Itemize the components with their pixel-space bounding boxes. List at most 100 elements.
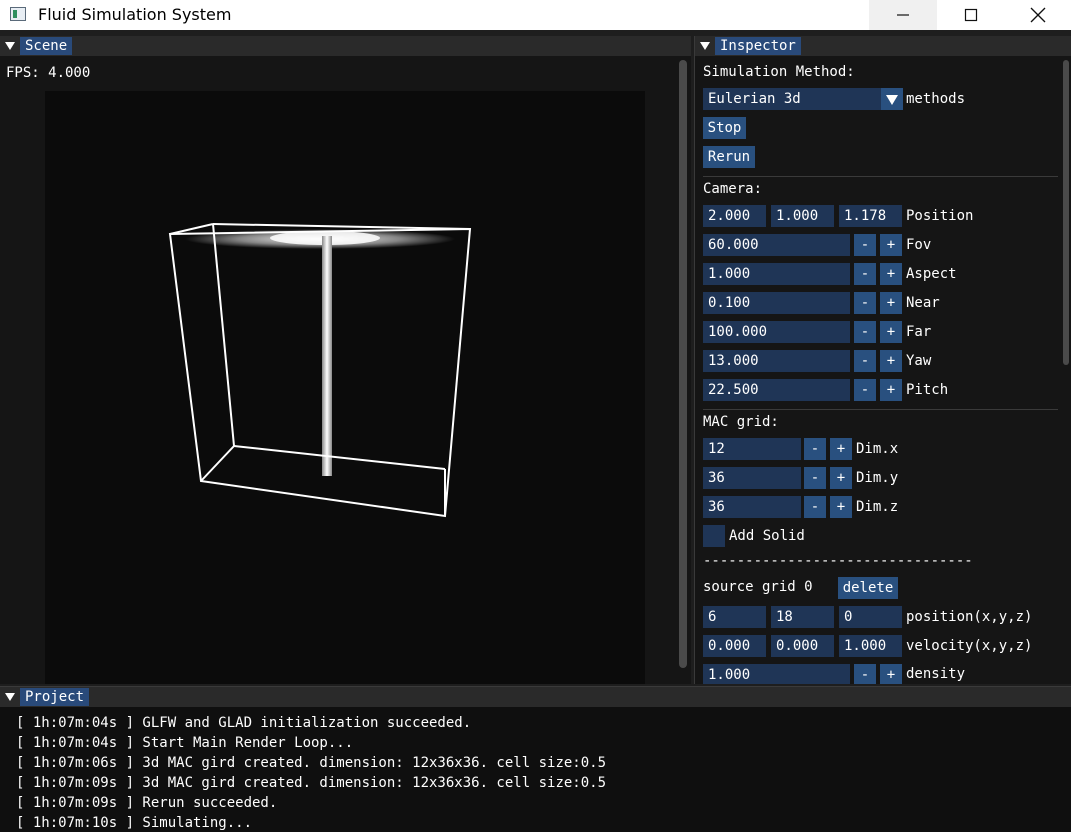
density-label: density: [906, 666, 966, 682]
dropdown-arrow-icon[interactable]: [881, 88, 903, 110]
fps-readout: FPS: 4.000: [6, 65, 91, 81]
log-line: [ 1h:07m:10s ] Simulating...: [16, 815, 253, 831]
pitch-label: Pitch: [906, 382, 949, 398]
aspect-field[interactable]: 1.000: [703, 263, 850, 285]
yaw-field[interactable]: 13.000: [703, 350, 850, 372]
pitch-minus-button[interactable]: -: [854, 379, 876, 401]
project-panel: Project [ 1h:07m:04s ] GLFW and GLAD ini…: [0, 686, 1071, 832]
fov-plus-button[interactable]: +: [880, 234, 902, 256]
dim-y-minus-button[interactable]: -: [804, 467, 826, 489]
yaw-minus-button[interactable]: -: [854, 350, 876, 372]
far-field[interactable]: 100.000: [703, 321, 850, 343]
fov-minus-button[interactable]: -: [854, 234, 876, 256]
scene-panel: Scene FPS: 4.000: [0, 36, 691, 684]
window-title: Fluid Simulation System: [38, 5, 232, 24]
density-minus-button[interactable]: -: [854, 664, 876, 684]
yaw-label: Yaw: [906, 353, 932, 369]
fov-field[interactable]: 60.000: [703, 234, 850, 256]
density-field[interactable]: 1.000: [703, 664, 850, 684]
near-plus-button[interactable]: +: [880, 292, 902, 314]
dim-z-field[interactable]: 36: [703, 496, 801, 518]
project-panel-header: Project: [0, 687, 1071, 707]
inspector-panel-header: Inspector: [695, 36, 1071, 56]
tab-inspector[interactable]: Inspector: [715, 37, 801, 55]
source-position-y[interactable]: 18: [771, 606, 834, 628]
add-solid-checkbox[interactable]: [703, 525, 725, 547]
methods-label: methods: [906, 91, 966, 107]
dim-x-plus-button[interactable]: +: [830, 438, 852, 460]
aspect-minus-button[interactable]: -: [854, 263, 876, 285]
tab-project[interactable]: Project: [20, 688, 90, 706]
pitch-field[interactable]: 22.500: [703, 379, 850, 401]
collapse-triangle-icon[interactable]: [700, 42, 710, 50]
dim-y-field[interactable]: 36: [703, 467, 801, 489]
far-minus-button[interactable]: -: [854, 321, 876, 343]
close-icon: [1030, 7, 1046, 23]
log-line: [ 1h:07m:04s ] GLFW and GLAD initializat…: [16, 715, 472, 731]
minimize-icon: [897, 14, 909, 16]
collapse-triangle-icon[interactable]: [5, 693, 15, 701]
aspect-label: Aspect: [906, 266, 957, 282]
dim-x-minus-button[interactable]: -: [804, 438, 826, 460]
tab-scene[interactable]: Scene: [20, 37, 73, 55]
scene-panel-header: Scene: [0, 36, 691, 56]
app-icon: [10, 7, 26, 21]
near-field[interactable]: 0.100: [703, 292, 850, 314]
source-velocity-y[interactable]: 0.000: [771, 635, 834, 657]
dim-x-field[interactable]: 12: [703, 438, 801, 460]
dim-z-label: Dim.z: [856, 499, 899, 515]
pitch-plus-button[interactable]: +: [880, 379, 902, 401]
near-label: Near: [906, 295, 940, 311]
separator: [703, 409, 1058, 410]
fluid-column: [322, 236, 332, 476]
collapse-triangle-icon[interactable]: [5, 42, 15, 50]
density-plus-button[interactable]: +: [880, 664, 902, 684]
separator: [703, 176, 1058, 177]
dim-z-minus-button[interactable]: -: [804, 496, 826, 518]
simulation-render: [168, 223, 472, 518]
mac-grid-label: MAC grid:: [703, 414, 779, 430]
camera-position-x[interactable]: 2.000: [703, 205, 766, 227]
position-label: Position: [906, 208, 974, 224]
render-viewport[interactable]: [45, 91, 645, 684]
dash-divider: --------------------------------: [703, 553, 973, 569]
inspector-scrollbar[interactable]: [1063, 60, 1069, 365]
camera-position-y[interactable]: 1.000: [771, 205, 834, 227]
source-position-x[interactable]: 6: [703, 606, 766, 628]
source-position-z[interactable]: 0: [839, 606, 902, 628]
delete-source-button[interactable]: delete: [838, 577, 898, 599]
source-velocity-x[interactable]: 0.000: [703, 635, 766, 657]
source-velocity-z[interactable]: 1.000: [839, 635, 902, 657]
fov-label: Fov: [906, 237, 932, 253]
maximize-button[interactable]: [937, 0, 1005, 30]
dim-y-plus-button[interactable]: +: [830, 467, 852, 489]
scene-scrollbar[interactable]: [679, 60, 687, 668]
bounding-box-wireframe: [168, 223, 472, 518]
add-solid-label: Add Solid: [729, 528, 805, 544]
camera-position-z[interactable]: 1.178: [839, 205, 902, 227]
dim-y-label: Dim.y: [856, 470, 899, 486]
log-line: [ 1h:07m:09s ] 3d MAC gird created. dime…: [16, 775, 607, 791]
dim-z-plus-button[interactable]: +: [830, 496, 852, 518]
method-select[interactable]: Eulerian 3d: [703, 88, 881, 110]
far-label: Far: [906, 324, 932, 340]
source-position-label: position(x,y,z): [906, 609, 1033, 625]
source-grid-label: source grid 0: [703, 579, 813, 595]
maximize-icon: [964, 8, 978, 22]
title-bar: Fluid Simulation System: [0, 0, 1071, 30]
aspect-plus-button[interactable]: +: [880, 263, 902, 285]
simulation-method-label: Simulation Method:: [703, 64, 855, 80]
dim-x-label: Dim.x: [856, 441, 899, 457]
rerun-button[interactable]: Rerun: [703, 146, 755, 168]
far-plus-button[interactable]: +: [880, 321, 902, 343]
near-minus-button[interactable]: -: [854, 292, 876, 314]
source-velocity-label: velocity(x,y,z): [906, 638, 1033, 654]
close-button[interactable]: [1005, 0, 1071, 30]
log-line: [ 1h:07m:04s ] Start Main Render Loop...: [16, 735, 354, 751]
inspector-panel: Inspector Simulation Method: Eulerian 3d…: [694, 36, 1071, 684]
minimize-button[interactable]: [869, 0, 937, 30]
log-line: [ 1h:07m:09s ] Rerun succeeded.: [16, 795, 278, 811]
stop-button[interactable]: Stop: [703, 117, 746, 139]
camera-label: Camera:: [703, 181, 763, 197]
yaw-plus-button[interactable]: +: [880, 350, 902, 372]
